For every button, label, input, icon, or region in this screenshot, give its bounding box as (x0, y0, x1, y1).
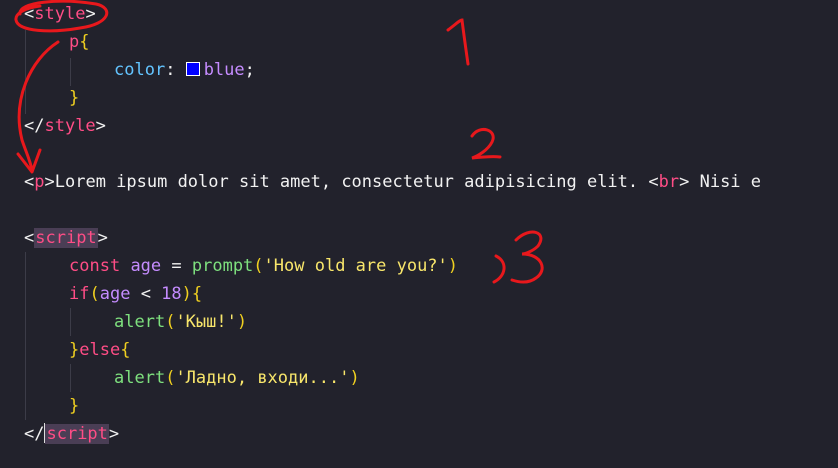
code-line-style-open[interactable]: <style> (24, 2, 96, 26)
css-value: blue (203, 60, 245, 80)
alert-string: 'Кыш!' (175, 312, 237, 332)
age-variable: age (130, 256, 162, 276)
brace-close: } (69, 88, 80, 108)
tag-bracket: < (648, 172, 659, 192)
age-limit-number: 18 (161, 284, 182, 304)
less-than-operator: < (130, 284, 162, 304)
paren: ) (447, 256, 459, 276)
prompt-function: prompt (191, 256, 254, 276)
paren: ) (349, 368, 360, 388)
indent-guide (70, 58, 71, 86)
alert-function: alert (114, 368, 166, 388)
alert-function: alert (114, 312, 166, 332)
css-selector: p (69, 32, 80, 52)
tag-bracket: < (24, 228, 35, 248)
tag-bracket: </ (24, 424, 45, 444)
age-variable: age (99, 284, 131, 304)
paren: ) (236, 312, 248, 332)
indent-guide (25, 252, 26, 420)
code-line-alert-1[interactable]: alert('Кыш!') (114, 310, 247, 334)
paren: ( (165, 312, 176, 332)
colon: : (165, 60, 176, 80)
p-tag-name: p (34, 172, 45, 192)
color-swatch-icon[interactable] (185, 62, 200, 76)
tag-bracket: > (44, 172, 55, 192)
paren: ( (253, 256, 264, 276)
equals-operator: = (161, 256, 192, 276)
css-property: color (114, 60, 166, 80)
code-line-script-open[interactable]: <script> (24, 226, 108, 250)
paren: ( (89, 284, 100, 304)
tag-bracket: </ (24, 116, 45, 136)
tag-bracket: > (108, 424, 120, 444)
const-keyword: const (69, 256, 121, 276)
code-editor[interactable]: <style> p{ color: blue; } </style> <p>Lo… (0, 0, 838, 468)
code-line-else[interactable]: }else{ (69, 338, 130, 362)
brace-close: } (69, 340, 80, 360)
paragraph-text: Nisi e (689, 172, 762, 192)
code-line-declaration[interactable]: color: blue; (114, 58, 255, 82)
prompt-string: 'How old are you?' (263, 256, 448, 276)
script-tag-name: script (34, 228, 98, 248)
semicolon: ; (244, 60, 255, 80)
tag-bracket: > (97, 228, 108, 248)
paren: ( (165, 368, 176, 388)
alert-string: 'Ладно, входи...' (175, 368, 350, 388)
indent-guide (70, 308, 71, 336)
brace-open: { (120, 340, 131, 360)
style-tag-name: style (34, 4, 86, 24)
tag-bracket: < (24, 172, 35, 192)
if-keyword: if (69, 284, 90, 304)
code-line-style-close[interactable]: </style> (24, 114, 106, 138)
style-tag-name: style (44, 116, 96, 136)
code-line-brace-close[interactable]: } (69, 86, 79, 110)
brace-open: { (79, 32, 90, 52)
indent-guide (25, 30, 26, 114)
indent-guide (70, 364, 71, 392)
brace-open: { (191, 284, 203, 304)
script-tag-name: script (45, 424, 109, 444)
code-line-selector[interactable]: p{ (69, 30, 90, 54)
brace-close: } (69, 396, 80, 416)
code-line-alert-2[interactable]: alert('Ладно, входи...') (114, 366, 360, 390)
else-keyword: else (79, 340, 121, 360)
code-line-const[interactable]: const age = prompt('How old are you?') (69, 254, 458, 278)
code-line-script-close[interactable]: </script> (24, 422, 119, 446)
code-line-paragraph[interactable]: <p>Lorem ipsum dolor sit amet, consectet… (24, 170, 761, 194)
tag-bracket: > (679, 172, 690, 192)
paren: ) (181, 284, 192, 304)
paragraph-text: Lorem ipsum dolor sit amet, consectetur … (54, 172, 649, 192)
tag-bracket: > (85, 4, 96, 24)
code-line-if[interactable]: if(age < 18){ (69, 282, 202, 306)
br-tag-name: br (658, 172, 680, 192)
tag-bracket: > (95, 116, 106, 136)
code-line-brace-close[interactable]: } (69, 394, 79, 418)
tag-bracket: < (24, 4, 35, 24)
